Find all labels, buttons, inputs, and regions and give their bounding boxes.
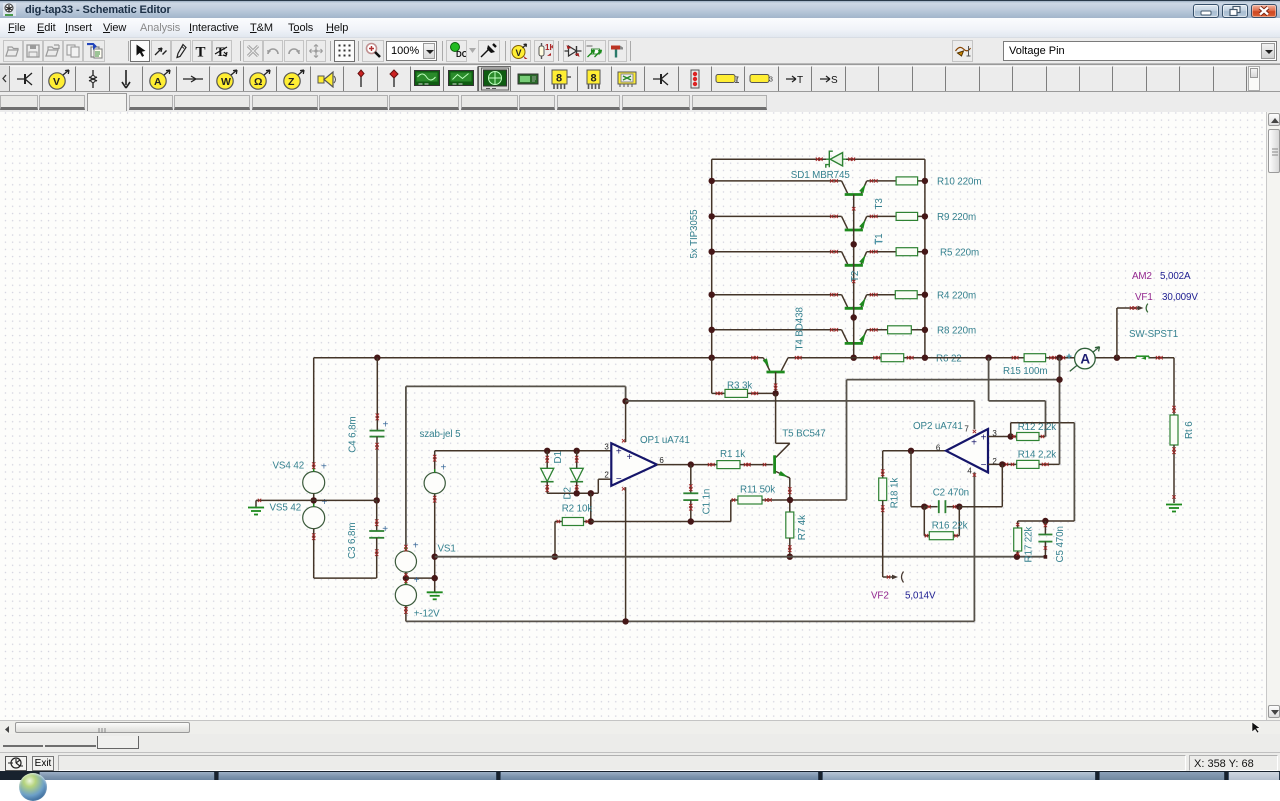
svg-text:+: + — [441, 463, 447, 474]
svg-text:szab-jel 5: szab-jel 5 — [420, 429, 462, 440]
svg-text:SW-SPST1: SW-SPST1 — [1129, 329, 1178, 340]
svg-text:DC: DC — [456, 50, 466, 59]
svg-text:R6 22: R6 22 — [936, 353, 962, 364]
svg-text:+: + — [383, 420, 389, 431]
svg-text:3: 3 — [769, 77, 773, 84]
svg-text:T: T — [797, 75, 803, 85]
svg-text:+: + — [321, 462, 327, 473]
svg-text:C5 470n: C5 470n — [1055, 526, 1066, 562]
svg-text:T5 BC547: T5 BC547 — [782, 429, 825, 440]
svg-text:VS1: VS1 — [438, 544, 456, 555]
svg-text:R10 220m: R10 220m — [937, 177, 981, 188]
svg-text:C3 6,8m: C3 6,8m — [347, 523, 358, 559]
svg-text:W: W — [221, 76, 231, 88]
svg-text:+: + — [322, 497, 328, 508]
svg-text:+: + — [627, 452, 633, 463]
svg-text:R4 220m: R4 220m — [937, 290, 976, 301]
svg-text:R8 220m: R8 220m — [937, 326, 976, 337]
svg-text:A: A — [1080, 352, 1090, 367]
svg-text:+-12V: +-12V — [414, 609, 440, 620]
svg-text:+: + — [414, 575, 420, 586]
svg-text:3: 3 — [604, 442, 609, 451]
svg-text:5,002A: 5,002A — [1160, 271, 1191, 282]
svg-text:5x TIP3055: 5x TIP3055 — [689, 209, 700, 259]
svg-text:+: + — [971, 438, 977, 449]
svg-text:V: V — [53, 76, 60, 88]
svg-text:VF1: VF1 — [1135, 292, 1153, 303]
svg-text:2: 2 — [604, 471, 609, 480]
svg-text:8: 8 — [556, 73, 562, 85]
svg-text:SD1 MBR745: SD1 MBR745 — [791, 170, 851, 181]
svg-text:R9 220m: R9 220m — [937, 212, 976, 223]
svg-text:R11 50k: R11 50k — [740, 484, 775, 495]
svg-text:OP2 uA741: OP2 uA741 — [913, 421, 963, 432]
svg-text:V: V — [516, 48, 522, 58]
svg-text:Z: Z — [288, 76, 295, 88]
svg-text:R17 22k: R17 22k — [1024, 527, 1035, 563]
svg-text:−: − — [616, 474, 622, 485]
svg-text:R14 2,2k: R14 2,2k — [1018, 450, 1057, 461]
svg-text:Ω: Ω — [254, 76, 262, 88]
svg-text:R5 220m: R5 220m — [940, 247, 979, 258]
svg-text:R1 1k: R1 1k — [720, 449, 745, 460]
svg-text:1K: 1K — [545, 43, 553, 52]
svg-text:C4 6,8m: C4 6,8m — [348, 416, 359, 452]
svg-text:T4 BD438: T4 BD438 — [795, 307, 806, 351]
svg-text:VS4 42: VS4 42 — [273, 460, 305, 471]
svg-text:7: 7 — [964, 425, 969, 434]
svg-text:+: + — [413, 540, 419, 551]
svg-text:8: 8 — [590, 73, 596, 85]
svg-text:C1 1n: C1 1n — [702, 489, 713, 515]
svg-text:−: − — [981, 460, 987, 471]
svg-text:C2 470n: C2 470n — [933, 487, 969, 498]
svg-text:T2: T2 — [850, 271, 861, 282]
svg-text:VF2: VF2 — [871, 590, 889, 601]
svg-text:R16 22k: R16 22k — [932, 521, 968, 532]
svg-text:+: + — [382, 524, 388, 535]
svg-text:6: 6 — [659, 456, 664, 465]
svg-text:5,014V: 5,014V — [905, 590, 936, 601]
svg-text:R15 100m: R15 100m — [1003, 366, 1047, 377]
svg-text:T3: T3 — [874, 198, 885, 210]
svg-text:D1: D1 — [553, 451, 564, 463]
svg-text:+: + — [616, 446, 622, 457]
svg-text:T: T — [195, 45, 205, 58]
svg-text:4: 4 — [967, 467, 972, 476]
svg-text:VS5 42: VS5 42 — [270, 502, 302, 513]
svg-text:Rt 6: Rt 6 — [1184, 421, 1195, 439]
svg-text:S: S — [831, 75, 838, 85]
svg-text:7: 7 — [735, 77, 739, 84]
svg-text:A: A — [154, 76, 162, 88]
svg-text:AM2: AM2 — [1132, 271, 1152, 282]
svg-text:R18 1k: R18 1k — [890, 478, 901, 509]
svg-text:OP1 uA741: OP1 uA741 — [640, 435, 690, 446]
svg-text:+: + — [981, 432, 987, 443]
svg-text:R7 4k: R7 4k — [797, 515, 808, 540]
svg-text:R3 3k: R3 3k — [727, 380, 752, 391]
svg-text:R12 2,2k: R12 2,2k — [1018, 422, 1057, 433]
svg-text:30,009V: 30,009V — [1162, 292, 1198, 303]
svg-text:6: 6 — [936, 444, 941, 453]
svg-text:R2 10k: R2 10k — [562, 504, 593, 515]
